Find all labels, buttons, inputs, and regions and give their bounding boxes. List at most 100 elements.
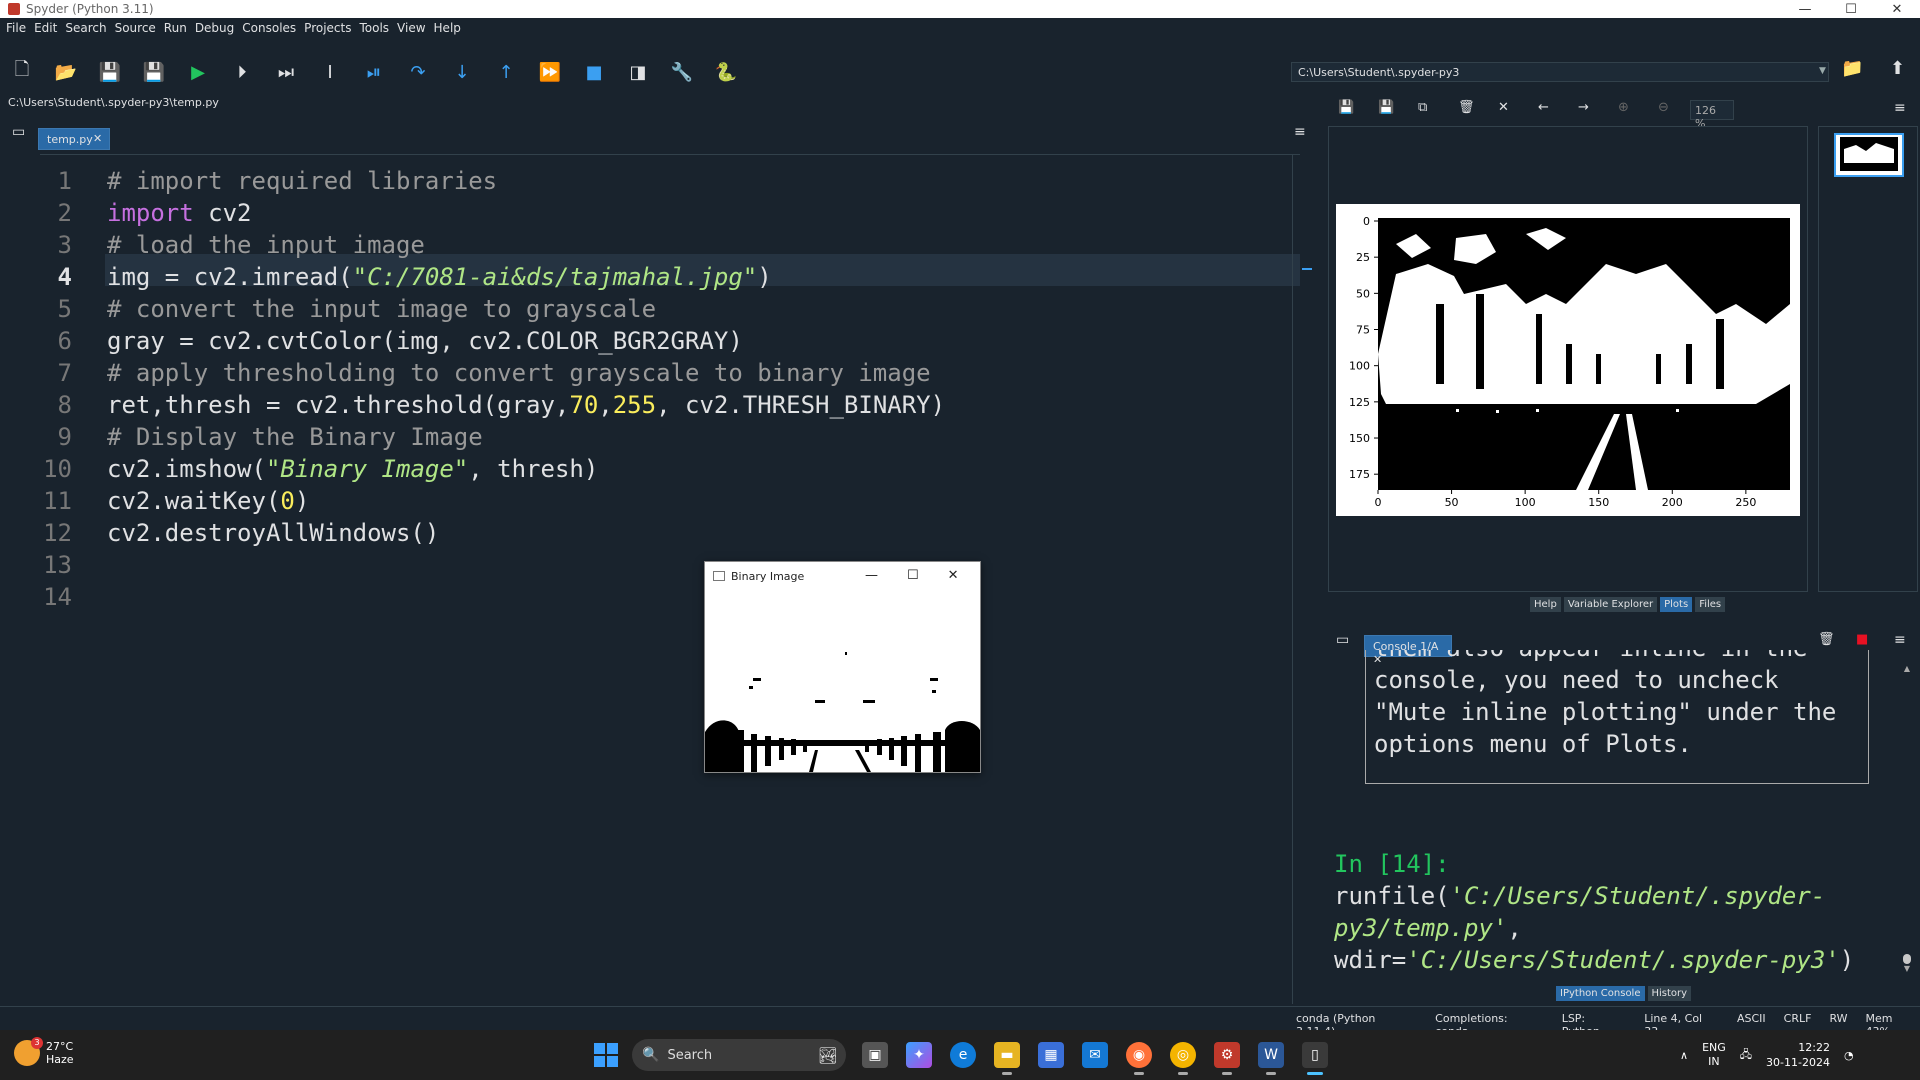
word-icon[interactable]: W	[1258, 1042, 1284, 1075]
tab-plots[interactable]: Plots	[1660, 597, 1693, 612]
run-selection-button[interactable]: I	[312, 57, 348, 87]
tab-files[interactable]: Files	[1695, 597, 1726, 612]
maximize-button[interactable]: ☐	[1828, 2, 1874, 17]
menu-consoles[interactable]: Consoles	[242, 21, 296, 35]
close-button[interactable]: ✕	[1874, 2, 1920, 17]
continue-button[interactable]: ⏩	[532, 57, 568, 87]
chevron-down-icon[interactable]: ▼	[1819, 62, 1831, 82]
menu-help[interactable]: Help	[434, 21, 461, 35]
next-plot-icon[interactable]: →	[1578, 100, 1589, 115]
code-line[interactable]: 5 # convert the input image to grayscale	[40, 293, 1300, 325]
close-tab-icon[interactable]: ✕	[93, 132, 102, 145]
zoom-out-icon[interactable]: ⊖	[1658, 100, 1669, 115]
menu-debug[interactable]: Debug	[195, 21, 234, 35]
plots-options-icon[interactable]: ≡	[1894, 100, 1906, 116]
menu-projects[interactable]: Projects	[304, 21, 351, 35]
document-app-icon[interactable]: ▯	[1302, 1042, 1328, 1075]
weather-widget[interactable]: 3 27°C Haze	[14, 1037, 74, 1066]
microsoft-store-icon[interactable]: ▦	[1038, 1042, 1064, 1068]
code-line[interactable]: 3 # load the input image	[40, 229, 1300, 261]
code-line[interactable]: 6 gray = cv2.cvtColor(img, cv2.COLOR_BGR2…	[40, 325, 1300, 357]
code-line[interactable]: 10 cv2.imshow("Binary Image", thresh)	[40, 453, 1300, 485]
preferences-button[interactable]: 🔧	[664, 57, 700, 87]
debug-button[interactable]: ⏯	[356, 57, 392, 87]
code-line[interactable]: 9 # Display the Binary Image	[40, 421, 1300, 453]
edge-icon[interactable]: e	[950, 1042, 976, 1068]
chevron-up-icon[interactable]: ∧	[1680, 1049, 1688, 1062]
menu-search[interactable]: Search	[65, 21, 106, 35]
run-button[interactable]: ▶	[180, 57, 216, 87]
previous-plot-icon[interactable]: ←	[1538, 100, 1549, 115]
code-line[interactable]: 1 # import required libraries	[40, 165, 1300, 197]
minimize-button[interactable]: —	[1782, 2, 1828, 17]
menu-tools[interactable]: Tools	[359, 21, 389, 35]
open-file-button[interactable]: 📂	[48, 57, 84, 87]
code-line[interactable]: 8 ret,thresh = cv2.threshold(gray,70,255,…	[40, 389, 1300, 421]
tab-ipython-console[interactable]: IPython Console	[1556, 986, 1645, 1001]
tab-help[interactable]: Help	[1530, 597, 1561, 612]
working-directory-input[interactable]: C:\Users\Student\.spyder-py3	[1291, 62, 1829, 82]
tab-history[interactable]: History	[1647, 986, 1692, 1001]
trash-icon[interactable]: 🗑	[1818, 632, 1835, 647]
step-over-button[interactable]: ↷	[400, 57, 436, 87]
stop-icon[interactable]: ■	[1856, 632, 1868, 647]
notifications-icon[interactable]: ◔	[1844, 1049, 1854, 1062]
code-line[interactable]: 11 cv2.waitKey(0)	[40, 485, 1300, 517]
browse-consoles-icon[interactable]: ▭	[1336, 632, 1349, 648]
binary-image-window[interactable]: Binary Image — ☐ ✕	[704, 561, 981, 773]
console-scrollbar[interactable]: ▲ ▼	[1902, 664, 1912, 974]
code-line[interactable]: 12 cv2.destroyAllWindows()	[40, 517, 1300, 549]
code-line[interactable]: 7 # apply thresholding to convert graysca…	[40, 357, 1300, 389]
start-button[interactable]	[594, 1043, 618, 1067]
menu-source[interactable]: Source	[115, 21, 156, 35]
save-all-button[interactable]: 💾	[136, 57, 172, 87]
maximize-pane-button[interactable]: ◨	[620, 57, 656, 87]
save-all-plots-icon[interactable]: 💾	[1378, 100, 1394, 115]
run-cell-advance-button[interactable]: ⏭	[268, 57, 304, 87]
console-options-icon[interactable]: ≡	[1894, 632, 1906, 648]
stop-debug-button[interactable]: ■	[576, 57, 612, 87]
run-cell-button[interactable]: ⏵	[224, 57, 260, 87]
console-input-line[interactable]: In [14]: runfile('C:/Users/Student/.spyd…	[1334, 848, 1904, 976]
code-editor[interactable]: 1 # import required libraries 2 import cv2 3…	[40, 154, 1300, 1004]
menu-run[interactable]: Run	[164, 21, 187, 35]
file-explorer-icon[interactable]: ▬	[994, 1042, 1020, 1075]
copilot-icon[interactable]: ✦	[906, 1042, 932, 1068]
code-line[interactable]: 2 import cv2	[40, 197, 1300, 229]
chrome-icon[interactable]: ◎	[1170, 1042, 1196, 1075]
menu-view[interactable]: View	[397, 21, 425, 35]
code-line[interactable]: 14	[40, 581, 1300, 613]
copy-plot-icon[interactable]: ⧉	[1418, 100, 1427, 115]
task-view-icon[interactable]: ▣	[862, 1042, 888, 1068]
new-file-button[interactable]: 🗋	[4, 57, 40, 87]
save-button[interactable]: 💾	[92, 57, 128, 87]
zoom-level-field[interactable]: 126 %	[1690, 100, 1734, 130]
zoom-in-icon[interactable]: ⊕	[1618, 100, 1629, 115]
editor-options-icon[interactable]: ≡	[1294, 124, 1306, 140]
firefox-icon[interactable]: ◉	[1126, 1042, 1152, 1075]
network-icon[interactable]: 🖧	[1740, 1046, 1752, 1065]
tab-variable-explorer[interactable]: Variable Explorer	[1563, 597, 1658, 612]
parent-directory-icon[interactable]: ⬆	[1890, 58, 1905, 79]
language-indicator[interactable]: ENG IN	[1702, 1041, 1726, 1069]
save-plot-icon[interactable]: 💾	[1338, 100, 1354, 115]
code-line[interactable]: 13	[40, 549, 1300, 581]
menu-edit[interactable]: Edit	[34, 21, 57, 35]
code-line[interactable]: 4 img = cv2.imread("C:/7081-ai&ds/tajmaha…	[40, 261, 1300, 293]
maximize-button[interactable]: ☐	[907, 568, 919, 583]
taskbar-search[interactable]: 🔍 Search 🏞	[632, 1039, 846, 1071]
spyder-app-icon[interactable]: ⚙	[1214, 1042, 1240, 1075]
menu-file[interactable]: File	[6, 21, 26, 35]
remove-all-plots-icon[interactable]: ✕	[1498, 100, 1509, 115]
folder-icon[interactable]: 📁	[1841, 58, 1863, 79]
minimize-button[interactable]: —	[865, 568, 878, 583]
plot-thumbnail[interactable]	[1834, 133, 1904, 177]
python-path-button[interactable]: 🐍	[708, 57, 744, 87]
browse-tabs-icon[interactable]: ▭	[12, 124, 25, 140]
mail-icon[interactable]: ✉	[1082, 1042, 1108, 1068]
remove-plot-icon[interactable]: 🗑	[1458, 100, 1475, 115]
close-button[interactable]: ✕	[948, 568, 959, 583]
step-return-button[interactable]: ↑	[488, 57, 524, 87]
clock[interactable]: 12:22 30-11-2024	[1766, 1040, 1830, 1070]
step-into-button[interactable]: ↓	[444, 57, 480, 87]
